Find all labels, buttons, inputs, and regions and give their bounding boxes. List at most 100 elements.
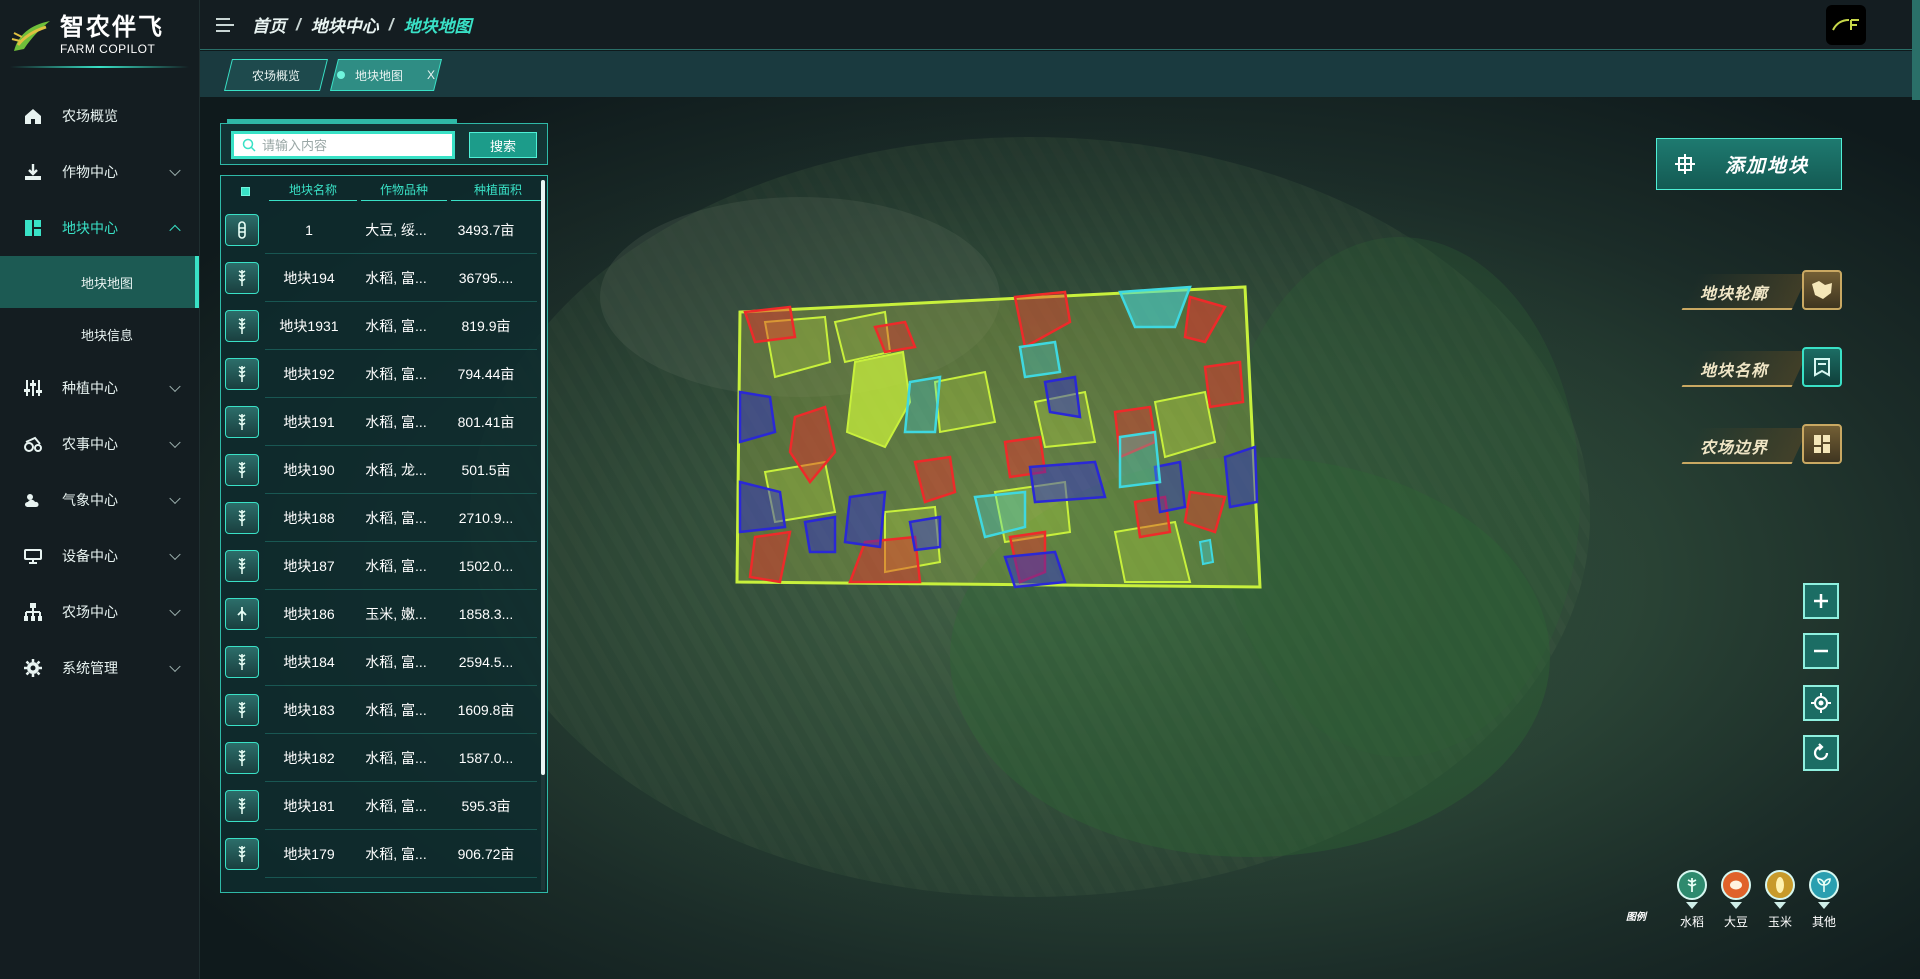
chevron-down-icon [169, 164, 181, 177]
column-header-plot-name[interactable]: 地块名称 [269, 181, 357, 201]
legend-title: 图例 [1626, 912, 1646, 923]
plus-icon [1814, 594, 1828, 608]
table-body: 1 大豆, 绥... 3493.7亩 地块194 水稻, 富... 36795.... 地块… [221, 206, 547, 878]
cell-planting-area: 906.72亩 [457, 845, 515, 862]
chevron-down-icon [1774, 902, 1786, 909]
table-row[interactable]: 地块192 水稻, 富... 794.44亩 [225, 350, 537, 398]
cell-planting-area: 1502.0... [458, 557, 514, 574]
sidebar-item-farming-center[interactable]: 农事中心 [0, 416, 199, 472]
cell-planting-area: 595.3亩 [461, 797, 511, 814]
layer-label: 农场边界 [1700, 440, 1769, 457]
chevron-down-icon [169, 604, 181, 617]
cell-planting-area: 2594.5... [458, 653, 514, 670]
cell-crop-variety: 水稻, 富... [365, 365, 427, 382]
table-row[interactable]: 地块186 玉米, 嫩... 1858.3... [225, 590, 537, 638]
layer-label: 地块名称 [1700, 363, 1769, 380]
cell-planting-area: 3493.7亩 [457, 221, 515, 238]
sidebar-subitem-plot-info[interactable]: 地块信息 [0, 308, 199, 360]
cell-crop-variety: 水稻, 富... [365, 845, 427, 862]
layer-toggle-plot-outline[interactable]: 地块轮廓 [1681, 270, 1842, 314]
table-header: 地块名称 作物品种 种植面积 [221, 176, 547, 206]
tab-close-button[interactable]: X [427, 68, 435, 82]
table-row[interactable]: 地块191 水稻, 富... 801.41亩 [225, 398, 537, 446]
cell-crop-variety: 水稻, 富... [365, 413, 427, 430]
table-row[interactable]: 地块179 水稻, 富... 906.72亩 [225, 830, 537, 878]
legend-item-soybean[interactable]: 大豆 [1714, 870, 1758, 930]
cell-planting-area: 794.44亩 [457, 365, 515, 382]
zoom-in-button[interactable] [1803, 583, 1839, 619]
sidebar-item-weather-center[interactable]: 气象中心 [0, 472, 199, 528]
sidebar-item-device-center[interactable]: 设备中心 [0, 528, 199, 584]
layer-toggle-farm-boundary[interactable]: 农场边界 [1681, 424, 1842, 468]
breadcrumb-plot-center[interactable]: 地块中心 [311, 12, 379, 37]
breadcrumb-home[interactable]: 首页 [252, 12, 286, 37]
tab-farm-overview[interactable]: 农场概览 [224, 59, 328, 91]
legend-item-corn[interactable]: 玉米 [1758, 870, 1802, 930]
legend-item-other[interactable]: 其他 [1802, 870, 1846, 930]
legend-label: 大豆 [1723, 915, 1748, 929]
table-row[interactable]: 地块182 水稻, 富... 1587.0... [225, 734, 537, 782]
sidebar-item-farm-center[interactable]: 农场中心 [0, 584, 199, 640]
rice-plot-icon [225, 838, 259, 870]
table-row[interactable]: 地块181 水稻, 富... 595.3亩 [225, 782, 537, 830]
table-row[interactable]: 1 大豆, 绥... 3493.7亩 [225, 206, 537, 254]
sidebar-item-plot-center[interactable]: 地块中心 [0, 200, 199, 256]
sidebar-item-system-settings[interactable]: 系统管理 [0, 640, 199, 696]
crosshair-icon [1811, 693, 1831, 713]
avatar[interactable] [1826, 5, 1866, 45]
table-row[interactable]: 地块184 水稻, 富... 2594.5... [225, 638, 537, 686]
grid-blocks-icon [22, 217, 44, 239]
corn-icon [1765, 870, 1795, 900]
sidebar-item-planting-center[interactable]: 种植中心 [0, 360, 199, 416]
table-row[interactable]: 地块188 水稻, 富... 2710.9... [225, 494, 537, 542]
chevron-down-icon [1730, 902, 1742, 909]
sprout-icon [1809, 870, 1839, 900]
chevron-down-icon [169, 548, 181, 561]
sidebar-item-label: 农事中心 [62, 436, 118, 452]
plot-polygons[interactable] [735, 282, 1505, 682]
table-row[interactable]: 地块183 水稻, 富... 1609.8亩 [225, 686, 537, 734]
rice-plot-icon [225, 502, 259, 534]
sidebar-subitem-plot-map[interactable]: 地块地图 [0, 256, 199, 308]
table-scrollbar[interactable] [541, 180, 545, 890]
rice-plot-icon [225, 262, 259, 294]
breadcrumb: 首页 / 地块中心 / 地块地图 [252, 12, 471, 37]
add-plot-icon [1673, 152, 1697, 176]
page-scrollbar[interactable] [1912, 0, 1920, 100]
cell-plot-name: 地块192 [283, 365, 335, 382]
sidebar-item-label: 种植中心 [62, 380, 118, 396]
menu-toggle-icon[interactable] [216, 17, 234, 32]
app-logo: 智农伴飞 FARM COPILOT [0, 0, 199, 70]
sidebar-item-crop-center[interactable]: 作物中心 [0, 144, 199, 200]
table-row[interactable]: 地块1931 水稻, 富... 819.9亩 [225, 302, 537, 350]
table-row[interactable]: 地块190 水稻, 龙... 501.5亩 [225, 446, 537, 494]
table-row[interactable]: 地块187 水稻, 富... 1502.0... [225, 542, 537, 590]
cell-crop-variety: 水稻, 富... [365, 797, 427, 814]
cell-plot-name: 1 [305, 221, 313, 238]
table-row[interactable]: 地块194 水稻, 富... 36795.... [225, 254, 537, 302]
breadcrumb-separator: / [296, 14, 301, 34]
cell-plot-name: 地块182 [283, 749, 335, 766]
zoom-out-button[interactable] [1803, 633, 1839, 669]
add-plot-label: 添加地块 [1725, 155, 1810, 177]
add-plot-button[interactable]: 添加地块 [1656, 138, 1842, 190]
select-all-checkbox[interactable] [240, 186, 250, 196]
search-button[interactable]: 搜索 [469, 132, 537, 158]
tab-plot-map[interactable]: 地块地图 X [330, 59, 442, 91]
sidebar-item-label: 农场概览 [62, 108, 118, 124]
column-header-planting-area[interactable]: 种植面积 [451, 181, 545, 201]
layer-toggle-plot-name[interactable]: 地块名称 [1681, 347, 1842, 391]
column-header-crop-variety[interactable]: 作物品种 [361, 181, 447, 201]
logo-title: 智农伴飞 [60, 13, 164, 41]
minus-icon [1814, 649, 1828, 653]
search-icon [242, 138, 256, 152]
search-input[interactable] [262, 137, 442, 153]
table-scrollbar-thumb[interactable] [541, 180, 545, 775]
soybean-icon [1721, 870, 1751, 900]
locate-button[interactable] [1803, 685, 1839, 721]
corn-plot-icon [225, 598, 259, 630]
legend-item-rice[interactable]: 水稻 [1670, 870, 1714, 930]
reset-view-button[interactable] [1803, 735, 1839, 771]
sidebar-item-farm-overview[interactable]: 农场概览 [0, 88, 199, 144]
weather-icon [22, 489, 44, 511]
